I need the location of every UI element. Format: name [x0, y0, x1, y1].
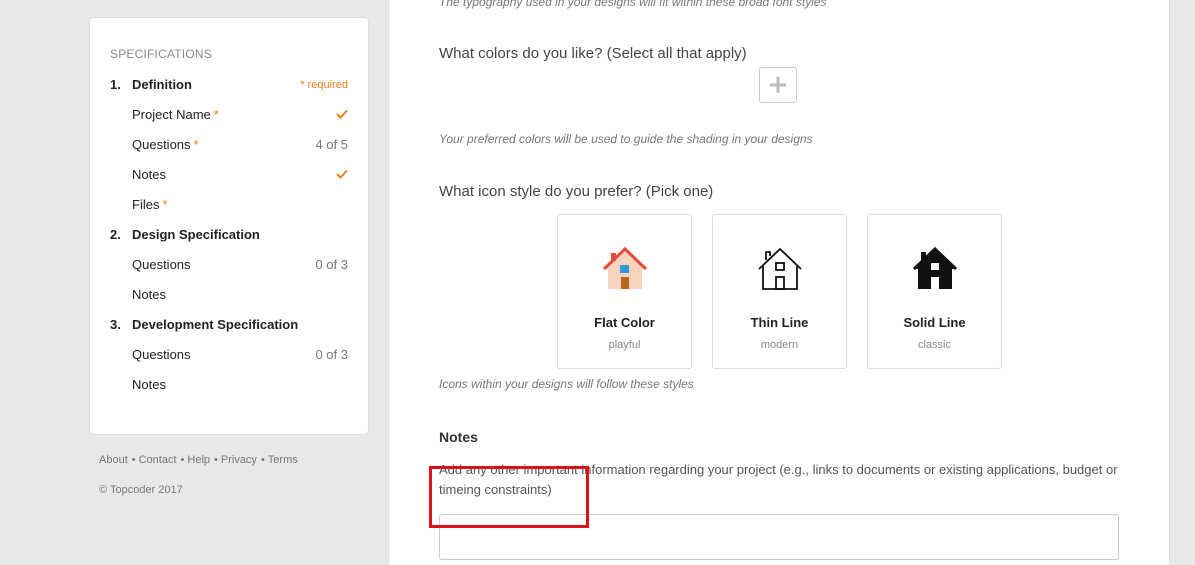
- required-legend: * required: [300, 79, 348, 91]
- footer-link-contact[interactable]: Contact: [139, 454, 177, 466]
- separator-dot: •: [214, 454, 218, 466]
- sidebar-item-notes[interactable]: Notes: [110, 285, 348, 305]
- sidebar-item-label: Project Name: [132, 107, 211, 122]
- separator-dot: •: [131, 454, 136, 466]
- progress-count: 0 of 3: [315, 347, 348, 362]
- sidebar-item-questions[interactable]: Questions 0 of 3: [110, 255, 348, 275]
- typography-hint: The typography used in your designs will…: [439, 0, 827, 9]
- sidebar-item-files[interactable]: Files *: [110, 195, 348, 215]
- separator-dot: •: [260, 454, 265, 466]
- icon-option-solid-line[interactable]: Solid Line classic: [867, 214, 1002, 369]
- sidebar-item-label: Questions: [132, 347, 191, 362]
- colors-question: What colors do you like? (Select all tha…: [439, 45, 747, 62]
- card-subtitle: modern: [760, 339, 799, 351]
- card-subtitle: playful: [608, 339, 641, 351]
- sidebar-item-project-name[interactable]: Project Name *: [110, 105, 348, 125]
- sidebar-item-notes[interactable]: Notes: [110, 165, 348, 185]
- sidebar-item-label: Questions: [132, 137, 191, 152]
- section-title: Design Specification: [132, 227, 260, 242]
- sidebar-item-label: Questions: [132, 257, 191, 272]
- colors-hint: Your preferred colors will be used to gu…: [439, 132, 813, 146]
- notes-description: Add any other important information rega…: [439, 462, 1118, 497]
- progress-count: 4 of 5: [315, 137, 348, 152]
- sidebar-item-label: Notes: [132, 167, 166, 182]
- sidebar-item-label-wrap: Project Name *: [132, 105, 219, 125]
- plus-icon: [770, 77, 786, 93]
- sidebar-item-notes[interactable]: Notes: [110, 375, 348, 395]
- footer-link-terms[interactable]: Terms: [268, 454, 298, 466]
- separator-dot: •: [180, 454, 185, 466]
- sidebar-heading: SPECIFICATIONS: [110, 47, 212, 61]
- sidebar-item-questions[interactable]: Questions * 4 of 5: [110, 135, 348, 155]
- required-star: *: [162, 197, 168, 212]
- add-color-button[interactable]: [759, 67, 797, 103]
- section-title: Definition: [132, 77, 192, 92]
- specifications-sidebar: SPECIFICATIONS 1. Definition * required …: [89, 17, 369, 435]
- footer-link-privacy[interactable]: Privacy: [221, 454, 257, 466]
- required-star: *: [193, 137, 199, 152]
- sidebar-section-design-specification[interactable]: 2. Design Specification: [110, 225, 348, 245]
- card-title: Flat Color: [594, 315, 655, 330]
- footer-link-about[interactable]: About: [99, 454, 128, 466]
- progress-count: 0 of 3: [315, 257, 348, 272]
- section-number: 3.: [110, 317, 121, 332]
- sidebar-section-development-specification[interactable]: 3. Development Specification: [110, 315, 348, 335]
- sidebar-item-label-wrap: Files *: [132, 195, 168, 215]
- sidebar-item-label: Files: [132, 197, 160, 212]
- icon-style-hint: Icons within your designs will follow th…: [439, 377, 694, 391]
- section-title: Development Specification: [132, 317, 299, 332]
- checkmark-icon: [336, 109, 348, 119]
- sidebar-item-label: Notes: [132, 287, 166, 302]
- section-number: 2.: [110, 227, 121, 242]
- copyright: © Topcoder 2017: [99, 484, 183, 496]
- house-solid-line-icon: [912, 246, 958, 289]
- icon-option-thin-line[interactable]: Thin Line modern: [712, 214, 847, 369]
- house-flat-color-icon: [602, 246, 648, 289]
- footer-link-help[interactable]: Help: [187, 454, 210, 466]
- main-form-panel: The typography used in your designs will…: [388, 0, 1170, 565]
- section-number: 1.: [110, 77, 121, 92]
- notes-textarea[interactable]: [439, 514, 1119, 560]
- sidebar-section-definition[interactable]: 1. Definition * required: [110, 75, 348, 95]
- icon-style-question: What icon style do you prefer? (Pick one…: [439, 183, 714, 200]
- notes-title: Notes: [439, 429, 478, 445]
- house-thin-line-icon: [758, 247, 802, 290]
- sidebar-item-questions[interactable]: Questions 0 of 3: [110, 345, 348, 365]
- sidebar-item-label: Notes: [132, 377, 166, 392]
- checkmark-icon: [336, 169, 348, 179]
- required-star: *: [213, 107, 219, 122]
- sidebar-item-label-wrap: Questions *: [132, 135, 199, 155]
- card-subtitle: classic: [917, 339, 951, 351]
- footer-links: About • Contact • Help • Privacy • Terms: [99, 454, 298, 466]
- card-title: Thin Line: [750, 315, 809, 330]
- icon-option-flat-color[interactable]: Flat Color playful: [557, 214, 692, 369]
- card-title: Solid Line: [903, 315, 966, 330]
